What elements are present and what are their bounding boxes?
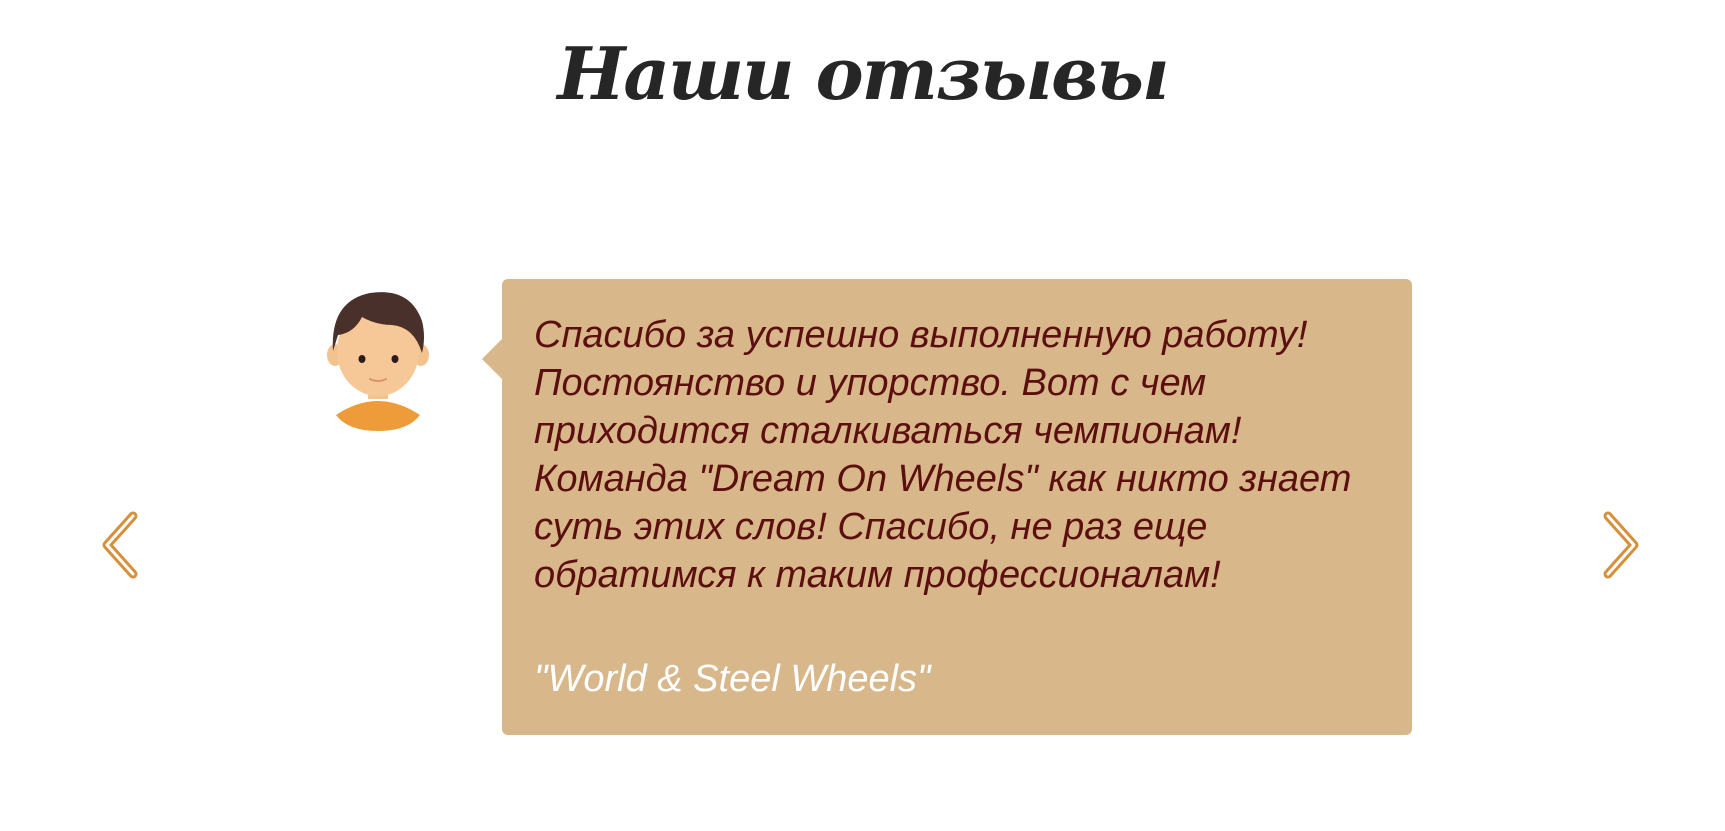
review-author: "World & Steel Wheels"	[534, 658, 931, 700]
chevron-left-icon	[102, 511, 138, 579]
carousel-next-button[interactable]	[1595, 509, 1645, 581]
review-card: Спасибо за успешно выполненную работу! П…	[482, 279, 1412, 735]
reviewer-avatar	[318, 275, 438, 435]
carousel-prev-button[interactable]	[96, 509, 146, 581]
user-avatar-icon	[327, 292, 429, 431]
review-text: Спасибо за успешно выполненную работу! П…	[534, 314, 1352, 596]
section-title: Наши отзывы	[557, 31, 1169, 116]
chevron-right-icon	[1603, 511, 1639, 579]
